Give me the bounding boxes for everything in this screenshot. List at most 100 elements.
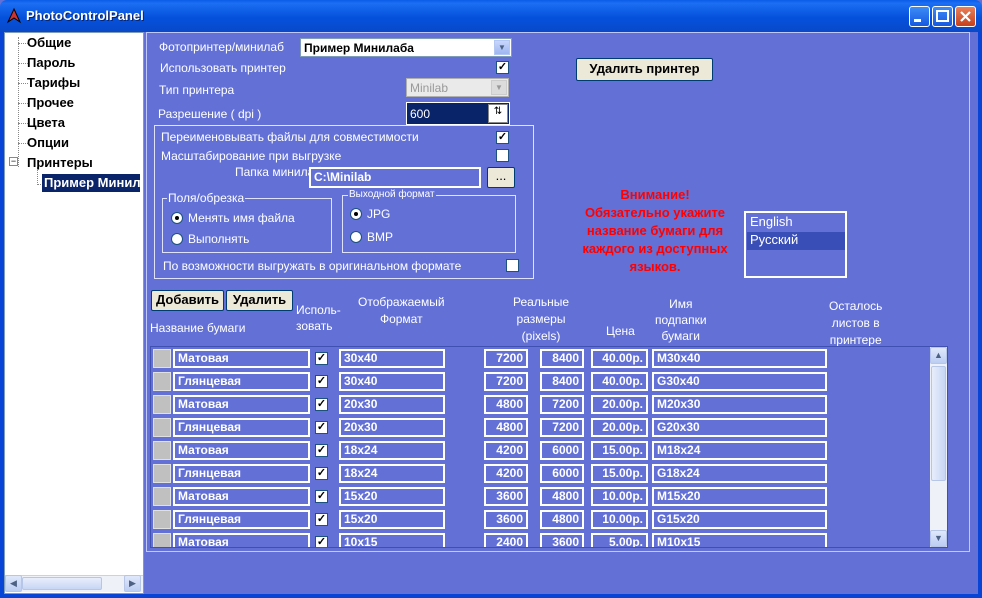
paper-height-cell[interactable]: 8400 <box>540 372 584 391</box>
scrollbar-thumb[interactable] <box>931 366 946 481</box>
paper-height-cell[interactable]: 6000 <box>540 464 584 483</box>
collapse-icon[interactable]: − <box>9 157 18 166</box>
language-item-russian[interactable]: Русский <box>747 232 845 250</box>
language-item-english[interactable]: English <box>747 214 845 232</box>
tree-item-options[interactable]: Опции <box>27 135 69 150</box>
paper-width-cell[interactable]: 7200 <box>484 372 528 391</box>
scrollbar-thumb[interactable] <box>22 577 102 590</box>
paper-format-cell[interactable]: 18x24 <box>339 464 445 483</box>
original-format-checkbox[interactable] <box>506 259 519 272</box>
paper-height-cell[interactable]: 8400 <box>540 349 584 368</box>
paper-width-cell[interactable]: 3600 <box>484 487 528 506</box>
table-row[interactable]: Матовая ✓ 15x20 3600 4800 10.00р. M15x20 <box>151 485 931 508</box>
tree-item-other[interactable]: Прочее <box>27 95 74 110</box>
paper-price-cell[interactable]: 5.00р. <box>591 533 648 547</box>
paper-width-cell[interactable]: 4800 <box>484 395 528 414</box>
paper-price-cell[interactable]: 20.00р. <box>591 418 648 437</box>
paper-folder-cell[interactable]: G20x30 <box>652 418 827 437</box>
row-header[interactable] <box>153 441 171 460</box>
paper-format-cell[interactable]: 20x30 <box>339 395 445 414</box>
paper-name-cell[interactable]: Матовая <box>173 533 310 547</box>
paper-name-cell[interactable]: Матовая <box>173 349 310 368</box>
paper-height-cell[interactable]: 7200 <box>540 418 584 437</box>
table-row[interactable]: Матовая ✓ 10x15 2400 3600 5.00р. M10x15 <box>151 531 931 547</box>
chevron-down-icon[interactable]: ▼ <box>491 80 507 95</box>
tree-item-tariffs[interactable]: Тарифы <box>27 75 80 90</box>
scale-checkbox[interactable] <box>496 149 509 162</box>
folder-input[interactable]: C:\Minilab <box>309 167 481 188</box>
row-header[interactable] <box>153 395 171 414</box>
language-list[interactable]: English Русский <box>744 211 847 278</box>
radio-rename-file[interactable] <box>171 212 183 224</box>
radio-bmp[interactable] <box>350 231 362 243</box>
table-row[interactable]: Матовая ✓ 30x40 7200 8400 40.00р. M30x40 <box>151 347 931 370</box>
paper-folder-cell[interactable]: G18x24 <box>652 464 827 483</box>
paper-format-cell[interactable]: 15x20 <box>339 487 445 506</box>
table-row[interactable]: Глянцевая ✓ 15x20 3600 4800 10.00р. G15x… <box>151 508 931 531</box>
paper-width-cell[interactable]: 4200 <box>484 464 528 483</box>
tree-item-selected-printer[interactable]: Пример Минилаба <box>42 174 140 192</box>
scroll-right-icon[interactable]: ▶ <box>124 575 141 592</box>
paper-use-checkbox[interactable]: ✓ <box>315 375 328 388</box>
paper-use-checkbox[interactable]: ✓ <box>315 444 328 457</box>
spin-arrows-icon[interactable]: ⇅ <box>488 104 508 123</box>
paper-format-cell[interactable]: 10x15 <box>339 533 445 547</box>
table-row[interactable]: Глянцевая ✓ 18x24 4200 6000 15.00р. G18x… <box>151 462 931 485</box>
radio-execute[interactable] <box>171 233 183 245</box>
paper-name-cell[interactable]: Глянцевая <box>173 464 310 483</box>
chevron-down-icon[interactable]: ▼ <box>494 40 510 55</box>
paper-format-cell[interactable]: 15x20 <box>339 510 445 529</box>
paper-price-cell[interactable]: 10.00р. <box>591 487 648 506</box>
paper-name-cell[interactable]: Матовая <box>173 441 310 460</box>
paper-format-cell[interactable]: 20x30 <box>339 418 445 437</box>
paper-width-cell[interactable]: 4800 <box>484 418 528 437</box>
close-button[interactable] <box>955 6 976 27</box>
paper-use-checkbox[interactable]: ✓ <box>315 513 328 526</box>
paper-width-cell[interactable]: 7200 <box>484 349 528 368</box>
table-row[interactable]: Матовая ✓ 18x24 4200 6000 15.00р. M18x24 <box>151 439 931 462</box>
maximize-button[interactable] <box>932 6 953 27</box>
paper-price-cell[interactable]: 40.00р. <box>591 349 648 368</box>
paper-format-cell[interactable]: 18x24 <box>339 441 445 460</box>
delete-paper-button[interactable]: Удалить <box>226 290 293 311</box>
paper-width-cell[interactable]: 3600 <box>484 510 528 529</box>
printer-type-select[interactable]: Minilab ▼ <box>406 78 509 97</box>
scroll-down-icon[interactable]: ▼ <box>930 530 947 547</box>
scroll-up-icon[interactable]: ▲ <box>930 347 947 364</box>
paper-price-cell[interactable]: 40.00р. <box>591 372 648 391</box>
browse-folder-button[interactable]: ... <box>487 167 515 188</box>
paper-name-cell[interactable]: Матовая <box>173 395 310 414</box>
paper-use-checkbox[interactable]: ✓ <box>315 421 328 434</box>
row-header[interactable] <box>153 464 171 483</box>
tree-item-general[interactable]: Общие <box>27 35 71 50</box>
settings-tree[interactable]: Общие Пароль Тарифы Прочее Цвета Опции П… <box>4 32 144 594</box>
printer-select[interactable]: Пример Минилаба ▼ <box>300 38 512 57</box>
paper-format-cell[interactable]: 30x40 <box>339 372 445 391</box>
row-header[interactable] <box>153 349 171 368</box>
paper-use-checkbox[interactable]: ✓ <box>315 490 328 503</box>
paper-name-cell[interactable]: Глянцевая <box>173 418 310 437</box>
row-header[interactable] <box>153 487 171 506</box>
paper-height-cell[interactable]: 7200 <box>540 395 584 414</box>
scroll-left-icon[interactable]: ◀ <box>5 575 22 592</box>
paper-height-cell[interactable]: 3600 <box>540 533 584 547</box>
paper-height-cell[interactable]: 6000 <box>540 441 584 460</box>
paper-price-cell[interactable]: 20.00р. <box>591 395 648 414</box>
table-row[interactable]: Глянцевая ✓ 20x30 4800 7200 20.00р. G20x… <box>151 416 931 439</box>
paper-price-cell[interactable]: 15.00р. <box>591 441 648 460</box>
tree-item-printers[interactable]: Принтеры <box>27 155 93 170</box>
resolution-spinner[interactable]: 600 ⇅ <box>406 102 510 125</box>
paper-price-cell[interactable]: 15.00р. <box>591 464 648 483</box>
paper-folder-cell[interactable]: M10x15 <box>652 533 827 547</box>
paper-name-cell[interactable]: Глянцевая <box>173 372 310 391</box>
paper-folder-cell[interactable]: G15x20 <box>652 510 827 529</box>
paper-folder-cell[interactable]: G30x40 <box>652 372 827 391</box>
tree-item-password[interactable]: Пароль <box>27 55 75 70</box>
paper-format-cell[interactable]: 30x40 <box>339 349 445 368</box>
paper-use-checkbox[interactable]: ✓ <box>315 398 328 411</box>
tree-item-colors[interactable]: Цвета <box>27 115 65 130</box>
add-paper-button[interactable]: Добавить <box>151 290 224 311</box>
row-header[interactable] <box>153 510 171 529</box>
paper-use-checkbox[interactable]: ✓ <box>315 352 328 365</box>
paper-folder-cell[interactable]: M18x24 <box>652 441 827 460</box>
